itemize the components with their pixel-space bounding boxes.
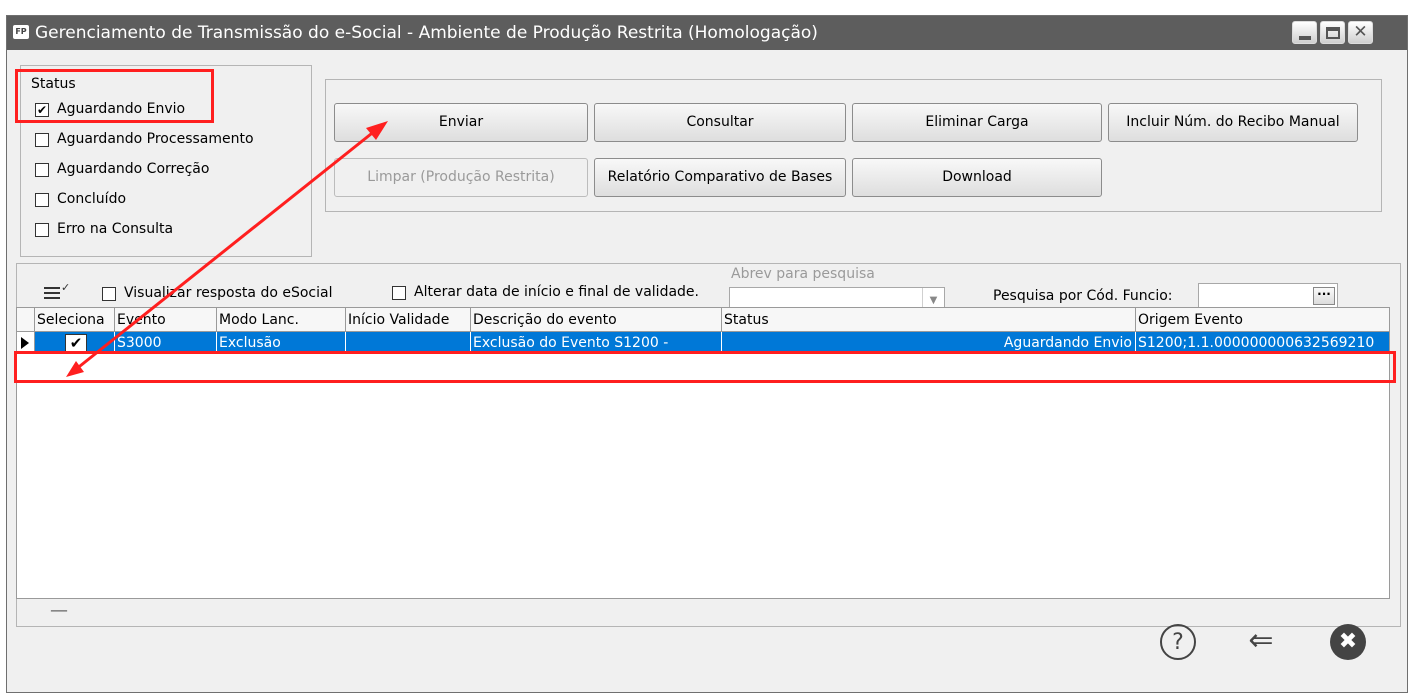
current-row-icon: [21, 337, 29, 349]
cancel-icon-glyph: ✖: [1330, 624, 1366, 660]
status-erro-consulta-label: Erro na Consulta: [57, 221, 174, 237]
alterar-data-label: Alterar data de início e final de valida…: [414, 284, 699, 300]
limpar-button[interactable]: Limpar (Produção Restrita): [334, 158, 588, 197]
incluir-recibo-button[interactable]: Incluir Núm. do Recibo Manual: [1108, 103, 1358, 142]
table-row[interactable]: ✔ S3000 Exclusão Exclusão do Evento S120…: [17, 332, 1389, 354]
window-title: Gerenciamento de Transmissão do e-Social…: [35, 23, 818, 43]
eliminar-carga-button[interactable]: Eliminar Carga: [852, 103, 1102, 142]
cell-origem: S1200;1.1.000000000632569210: [1138, 335, 1375, 351]
cancel-icon[interactable]: ✖: [1330, 624, 1366, 660]
alterar-data-checkbox[interactable]: [392, 286, 406, 300]
status-group-label: Status: [29, 76, 78, 92]
minimize-button[interactable]: [1292, 21, 1317, 44]
pesquisa-label: Pesquisa por Cód. Funcio:: [993, 288, 1173, 304]
ellipsis-button[interactable]: ···: [1313, 287, 1335, 305]
cell-status: Aguardando Envio: [722, 332, 1136, 354]
maximize-icon: [1326, 27, 1340, 39]
header-inicio[interactable]: Início Validade: [346, 308, 471, 332]
visualizar-resposta-label: Visualizar resposta do eSocial: [124, 285, 333, 301]
row-indicator: [17, 332, 35, 354]
events-grid[interactable]: Seleciona Evento Modo Lanc. Início Valid…: [16, 307, 1390, 599]
header-modo[interactable]: Modo Lanc.: [217, 308, 346, 332]
cell-modo: Exclusão: [217, 332, 346, 354]
back-arrow-icon[interactable]: ⇐: [1243, 624, 1279, 660]
row-select-checkbox[interactable]: ✔: [65, 334, 87, 352]
pesquisa-input[interactable]: ···: [1198, 283, 1338, 309]
status-aguardando-envio-checkbox[interactable]: ✔: [35, 103, 49, 117]
maximize-button[interactable]: [1320, 21, 1345, 44]
header-descricao[interactable]: Descrição do evento: [471, 308, 722, 332]
status-aguardando-processamento-checkbox[interactable]: [35, 133, 49, 147]
header-evento[interactable]: Evento: [115, 308, 217, 332]
cell-descricao: Exclusão do Evento S1200 -: [471, 332, 722, 354]
consultar-button[interactable]: Consultar: [594, 103, 846, 142]
status-aguardando-processamento-label: Aguardando Processamento: [57, 131, 254, 147]
status-erro-consulta-checkbox[interactable]: [35, 223, 49, 237]
visualizar-resposta-checkbox[interactable]: [102, 287, 116, 301]
download-button[interactable]: Download: [852, 158, 1102, 197]
status-concluido-label: Concluído: [57, 191, 127, 207]
close-icon: ✕: [1353, 22, 1368, 42]
cell-inicio: [346, 332, 471, 354]
close-button[interactable]: ✕: [1348, 21, 1373, 44]
relatorio-button[interactable]: Relatório Comparativo de Bases: [594, 158, 846, 197]
status-concluido-checkbox[interactable]: [35, 193, 49, 207]
cell-evento: S3000: [115, 332, 217, 354]
enviar-button[interactable]: Enviar: [334, 103, 588, 142]
status-aguardando-correcao-checkbox[interactable]: [35, 163, 49, 177]
status-aguardando-envio-label: Aguardando Envio: [57, 101, 186, 117]
header-origem[interactable]: Origem Evento: [1136, 308, 1389, 332]
minimize-icon: [1299, 36, 1311, 40]
grid-header: Seleciona Evento Modo Lanc. Início Valid…: [17, 308, 1389, 332]
header-seleciona[interactable]: Seleciona: [35, 308, 115, 332]
abrev-label: Abrev para pesquisa: [731, 266, 875, 282]
app-icon: FP: [13, 25, 29, 39]
title-bar[interactable]: FP Gerenciamento de Transmissão do e-Soc…: [7, 16, 1407, 50]
column-chooser-icon[interactable]: ✓: [44, 282, 70, 304]
grid-footer-mark: —: [50, 600, 68, 621]
header-status[interactable]: Status: [722, 308, 1136, 332]
header-indicator: [17, 308, 35, 332]
help-icon[interactable]: ?: [1160, 624, 1196, 660]
status-aguardando-correcao-label: Aguardando Correção: [57, 161, 210, 177]
